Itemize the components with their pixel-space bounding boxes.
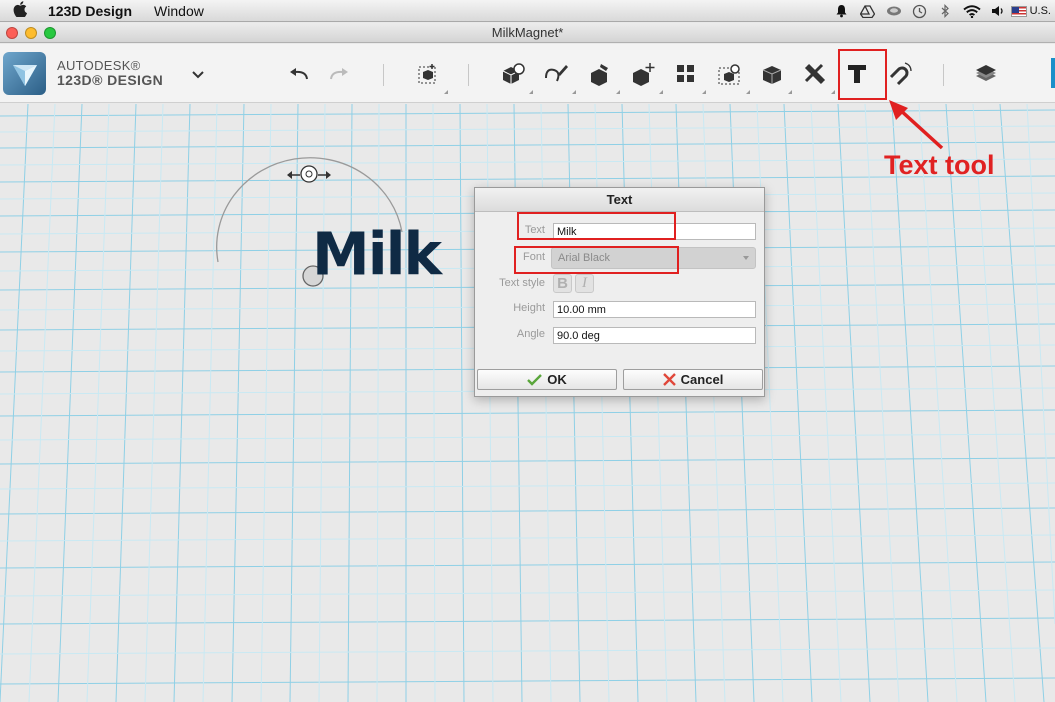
toolbar-separator (943, 64, 944, 86)
notification-bell-icon[interactable] (829, 0, 855, 22)
checkmark-icon (527, 373, 543, 386)
brand-line-1: AUTODESK® (57, 58, 141, 73)
material-icon[interactable] (970, 58, 1002, 90)
highlight-text-field (517, 212, 676, 240)
angle-row: Angle 90.0 deg (475, 327, 766, 345)
status-tray: U.S. (829, 0, 1055, 22)
toolbar-separator (383, 64, 384, 86)
measure-icon[interactable] (799, 58, 835, 94)
annotation-label: Text tool (884, 150, 995, 180)
highlight-font-field (514, 246, 679, 274)
us-flag-icon[interactable] (1010, 5, 1027, 17)
minimize-window-button[interactable] (25, 27, 37, 39)
combine-icon[interactable] (756, 58, 792, 94)
angle-input[interactable]: 90.0 deg (553, 327, 756, 344)
google-drive-icon[interactable] (855, 0, 881, 22)
main-toolbar: AUTODESK® 123D® DESIGN (0, 44, 1055, 103)
italic-toggle-button[interactable]: I (575, 274, 594, 293)
cancel-button[interactable]: Cancel (623, 369, 763, 390)
redo-icon[interactable] (324, 58, 356, 90)
pattern-icon[interactable] (670, 58, 706, 94)
window-title: MilkMagnet* (491, 25, 564, 40)
annotation-arrow-icon (889, 100, 944, 150)
cancel-button-label: Cancel (680, 372, 724, 387)
apple-icon[interactable] (0, 0, 40, 21)
modify-icon[interactable] (627, 58, 663, 94)
construct-icon[interactable] (584, 58, 620, 94)
bold-toggle-button[interactable]: B (553, 274, 572, 293)
undo-icon[interactable] (282, 58, 314, 90)
grouping-icon[interactable] (714, 58, 750, 94)
ok-button-label: OK (547, 372, 567, 387)
zoom-window-button[interactable] (44, 27, 56, 39)
text-style-label: Text style (499, 277, 545, 289)
transform-icon[interactable] (412, 58, 448, 94)
app-menu-chevron-icon[interactable] (182, 58, 214, 90)
app-window: 123D Design Window U.S. MilkMagnet* AUTO… (0, 0, 1055, 702)
time-machine-icon[interactable] (907, 0, 933, 22)
panel-edge-tab[interactable] (1051, 58, 1055, 88)
toolbar-separator (468, 64, 469, 86)
height-label: Height (513, 302, 545, 314)
brand-line-2: 123D® DESIGN (57, 72, 164, 88)
close-window-button[interactable] (6, 27, 18, 39)
window-titlebar: MilkMagnet* (0, 23, 1055, 43)
wifi-icon[interactable] (959, 0, 985, 22)
snap-icon[interactable] (884, 58, 916, 90)
input-locale[interactable]: U.S. (1030, 5, 1055, 17)
sketch-icon[interactable] (540, 58, 576, 94)
ok-button[interactable]: OK (477, 369, 617, 390)
dialog-title: Text (475, 188, 764, 212)
primitives-icon[interactable] (497, 58, 533, 94)
app-logo-icon[interactable] (3, 52, 46, 95)
bluetooth-icon[interactable] (933, 0, 959, 22)
volume-icon[interactable] (985, 0, 1011, 22)
height-row: Height 10.00 mm (475, 301, 766, 319)
text-style-row: Text style B I (475, 274, 766, 294)
text-object-milk[interactable]: Milk (312, 221, 442, 286)
highlight-text-tool (838, 49, 887, 100)
cloud-sync-icon[interactable] (881, 0, 907, 22)
traffic-lights (6, 27, 56, 39)
dropdown-caret-icon (743, 256, 749, 260)
menu-window[interactable]: Window (143, 3, 215, 19)
app-brand: AUTODESK® 123D® DESIGN (57, 58, 163, 88)
height-input[interactable]: 10.00 mm (553, 301, 756, 318)
macos-menubar: 123D Design Window U.S. (0, 0, 1055, 22)
menu-app-name[interactable]: 123D Design (40, 3, 143, 19)
angle-label: Angle (516, 328, 545, 340)
cross-icon (662, 373, 676, 386)
